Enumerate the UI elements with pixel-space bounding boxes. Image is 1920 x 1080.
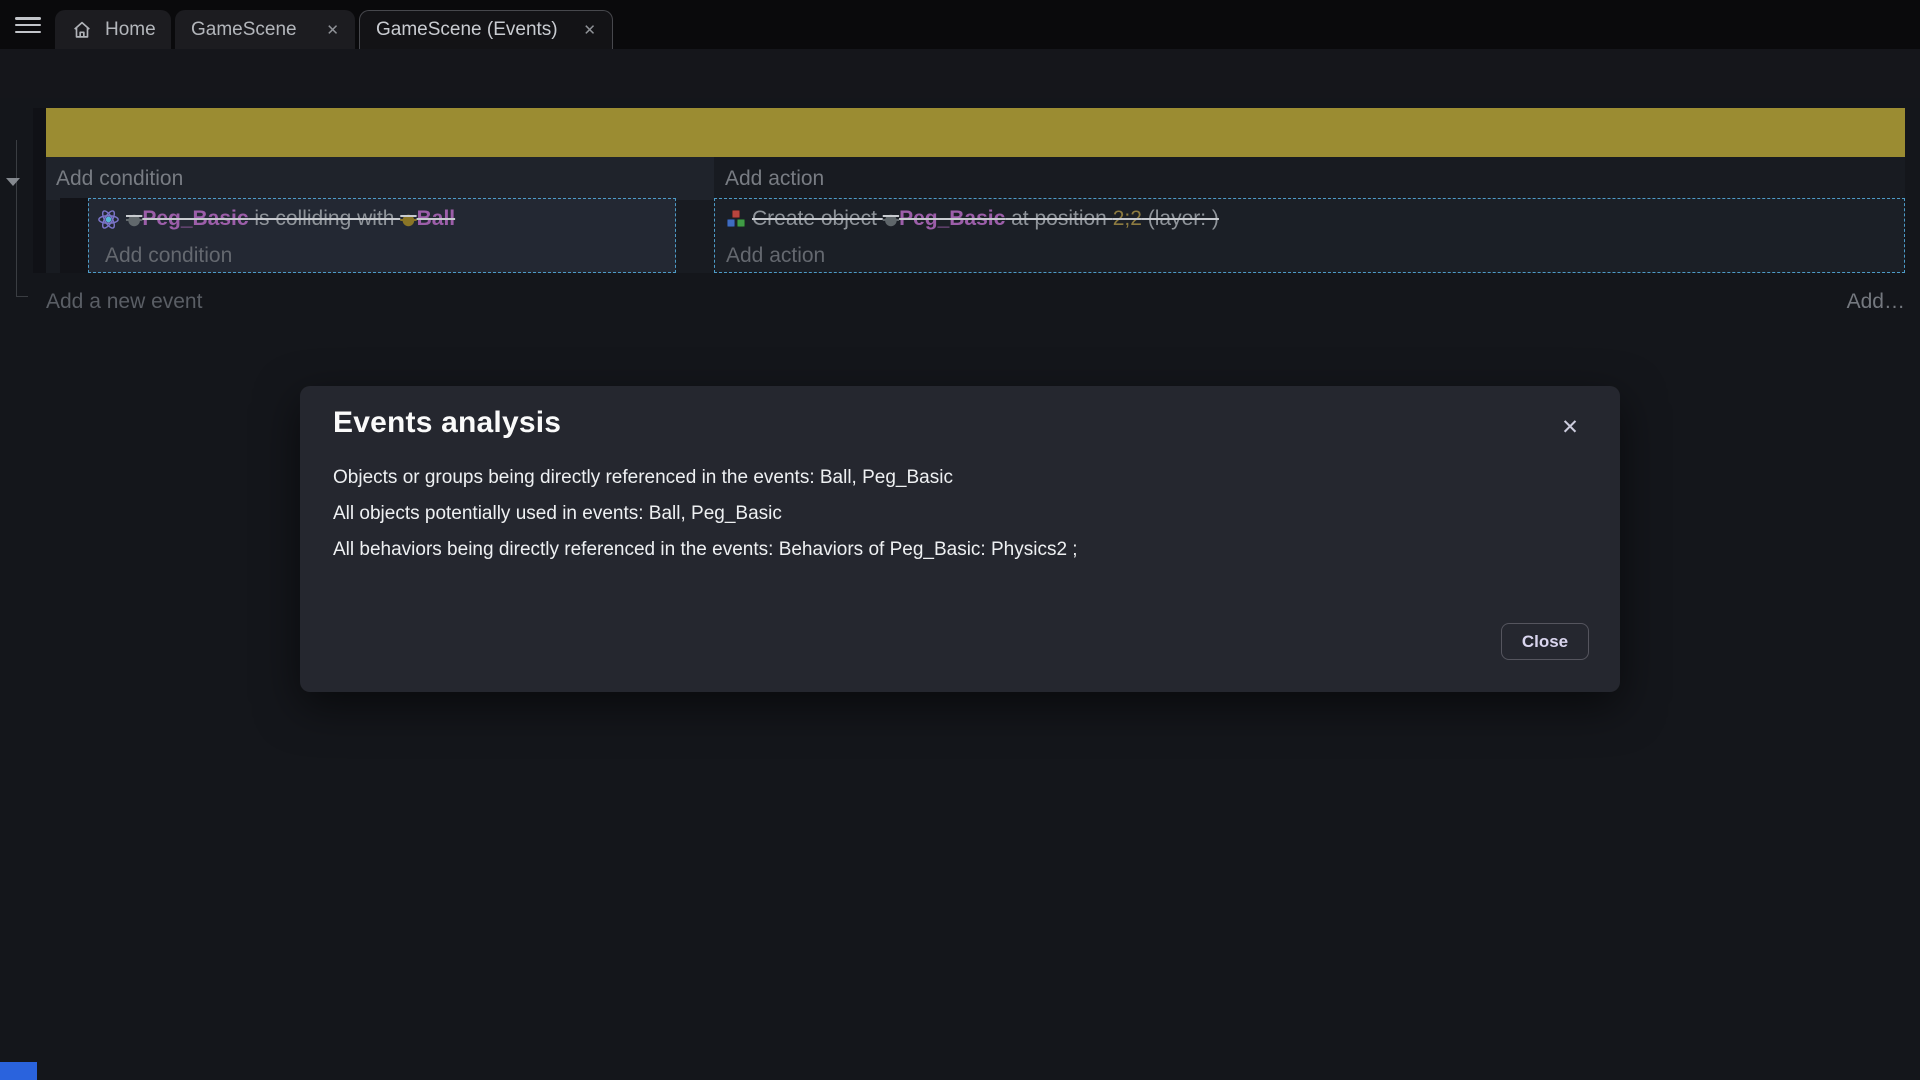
tab-home[interactable]: Home (55, 10, 171, 49)
condition-text: is colliding with (249, 207, 401, 230)
event-drag-handle[interactable] (60, 198, 88, 273)
create-object-icon (726, 209, 746, 229)
empty-event-add-condition[interactable]: Add condition (46, 157, 714, 200)
top-tab-bar: Home GameScene ✕ GameScene (Events) ✕ (0, 0, 1920, 49)
physics-collision-icon (97, 208, 120, 231)
comment-event[interactable] (46, 108, 1905, 157)
home-icon (71, 19, 93, 41)
toolbar: Preview Publish (0, 49, 1920, 98)
close-tab-icon[interactable]: ✕ (326, 21, 339, 39)
tab-label: GameScene (191, 19, 297, 41)
tab-gamescene-events[interactable]: GameScene (Events) ✕ (359, 10, 613, 49)
action-text-suffix: (layer: ) (1142, 207, 1219, 230)
condition-object-1: Peg_Basic (142, 207, 248, 230)
tab-label: Home (105, 19, 156, 41)
selected-event-actions[interactable]: Create object ●Peg_Basic at position 2;2… (714, 198, 1905, 273)
dialog-close-button[interactable]: Close (1501, 623, 1589, 660)
notification-corner (0, 1062, 37, 1080)
close-tab-icon[interactable]: ✕ (583, 21, 596, 39)
analysis-line: Objects or groups being directly referen… (333, 468, 1433, 487)
tab-label: GameScene (Events) (376, 19, 558, 41)
object-icon-peg-basic: ● (126, 204, 142, 234)
hamburger-menu-icon[interactable] (15, 17, 41, 33)
action-value: 2;2 (1113, 207, 1142, 230)
empty-event-add-action[interactable]: Add action (714, 157, 1905, 200)
event-gutter (33, 108, 46, 273)
dialog-title: Events analysis (333, 406, 561, 440)
add-menu-button[interactable]: Add… (1805, 290, 1905, 314)
action-object: Peg_Basic (899, 207, 1005, 230)
add-condition-placeholder[interactable]: Add condition (89, 239, 675, 272)
tree-line (16, 296, 28, 297)
add-new-event-button[interactable]: Add a new event (46, 290, 202, 314)
object-icon-ball: ● (400, 204, 416, 234)
condition-object-2: Ball (417, 207, 456, 230)
analysis-line: All behaviors being directly referenced … (333, 540, 1433, 559)
collapse-arrow-icon[interactable] (6, 178, 20, 186)
action-text-middle: at position (1005, 207, 1112, 230)
events-analysis-dialog: Events analysis ✕ Objects or groups bein… (300, 386, 1620, 692)
tree-line (16, 140, 17, 297)
action-text-prefix: Create object (752, 207, 883, 230)
add-action-placeholder[interactable]: Add action (715, 239, 1904, 272)
object-icon-peg-basic: ● (883, 204, 899, 234)
dialog-body: Objects or groups being directly referen… (333, 468, 1433, 576)
analysis-line: All objects potentially used in events: … (333, 504, 1433, 523)
tab-gamescene[interactable]: GameScene ✕ (175, 10, 355, 49)
dialog-close-icon[interactable]: ✕ (1553, 410, 1587, 444)
selected-event-conditions[interactable]: ●Peg_Basic is colliding with ●Ball Add c… (88, 198, 676, 273)
